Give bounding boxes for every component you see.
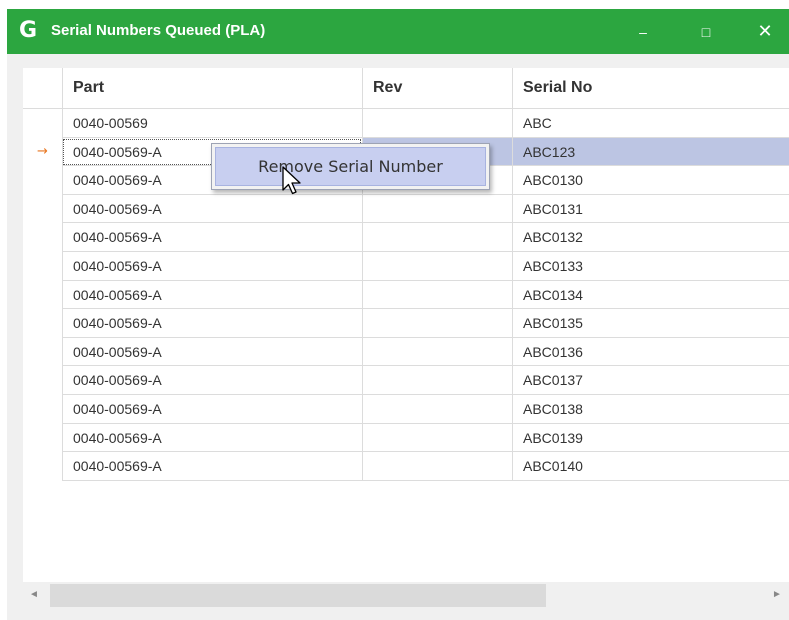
cell-serial-no[interactable]: ABC0132 <box>512 223 789 252</box>
cell-rev[interactable] <box>362 394 512 424</box>
table-row[interactable]: 0040-00569-A ABC0134 <box>23 280 789 310</box>
row-indicator <box>23 166 62 195</box>
cell-rev[interactable] <box>362 251 512 281</box>
cell-serial-no[interactable]: ABC0138 <box>512 394 789 424</box>
cell-serial-no[interactable]: ABC <box>512 109 789 138</box>
cell-serial-no[interactable]: ABC0131 <box>512 194 789 224</box>
row-indicator <box>23 109 62 138</box>
row-indicator <box>23 252 62 281</box>
cell-part[interactable]: 0040-00569 <box>62 109 362 138</box>
cell-part[interactable]: 0040-00569-A <box>62 280 362 310</box>
cell-part[interactable]: 0040-00569-A <box>62 194 362 224</box>
cell-rev[interactable] <box>362 366 512 395</box>
row-indicator <box>23 395 62 424</box>
scroll-left-icon[interactable]: ◄ <box>29 589 39 600</box>
cell-rev[interactable] <box>362 223 512 252</box>
row-indicator <box>23 366 62 395</box>
cell-serial-no[interactable]: ABC0134 <box>512 280 789 310</box>
cell-rev[interactable] <box>362 309 512 338</box>
cell-serial-no[interactable]: ABC0140 <box>512 452 789 481</box>
mouse-pointer-icon <box>282 166 301 195</box>
table-row[interactable]: 0040-00569-A ABC0132 <box>23 223 789 252</box>
column-header-rev[interactable]: Rev <box>362 68 512 108</box>
table-row[interactable]: 0040-00569-A ABC0136 <box>23 337 789 367</box>
cell-part[interactable]: 0040-00569-A <box>62 366 362 395</box>
cell-part[interactable]: 0040-00569-A <box>62 394 362 424</box>
context-menu: Remove Serial Number <box>211 143 490 190</box>
cell-serial-no[interactable]: ABC0136 <box>512 337 789 367</box>
cell-rev[interactable] <box>362 280 512 310</box>
horizontal-scrollbar[interactable]: ◄ ► <box>23 582 789 609</box>
cell-rev[interactable] <box>362 423 512 453</box>
cell-serial-no[interactable]: ABC123 <box>512 137 789 167</box>
scroll-right-icon[interactable]: ► <box>772 589 782 600</box>
cell-rev[interactable] <box>362 194 512 224</box>
current-row-arrow-icon: → <box>37 143 48 159</box>
cell-part[interactable]: 0040-00569-A <box>62 452 362 481</box>
table-row[interactable]: 0040-00569-A ABC0131 <box>23 194 789 224</box>
cell-part[interactable]: 0040-00569-A <box>62 223 362 252</box>
maximize-button[interactable]: □ <box>688 17 724 47</box>
row-indicator <box>23 309 62 338</box>
cell-serial-no[interactable]: ABC0135 <box>512 309 789 338</box>
table-row[interactable]: 0040-00569-A ABC0137 <box>23 366 789 395</box>
column-header-serial-no[interactable]: Serial No <box>512 68 789 108</box>
row-indicator <box>23 195 62 224</box>
row-indicator <box>23 424 62 453</box>
cell-serial-no[interactable]: ABC0139 <box>512 423 789 453</box>
cell-serial-no[interactable]: ABC0137 <box>512 366 789 395</box>
row-indicator <box>23 338 62 367</box>
table-row[interactable]: 0040-00569-A ABC0135 <box>23 309 789 338</box>
menu-item-remove-serial-number[interactable]: Remove Serial Number <box>215 147 486 186</box>
column-header-part[interactable]: Part <box>62 68 362 108</box>
grid-header: Part Rev Serial No <box>23 68 789 109</box>
minimize-button[interactable]: – <box>625 17 661 47</box>
app-logo-icon: G <box>19 18 38 43</box>
scrollbar-thumb[interactable] <box>50 584 546 607</box>
table-row[interactable]: 0040-00569-A ABC0133 <box>23 251 789 281</box>
table-row[interactable]: 0040-00569-A ABC0140 <box>23 452 789 481</box>
cell-serial-no[interactable]: ABC0130 <box>512 166 789 195</box>
cell-part[interactable]: 0040-00569-A <box>62 337 362 367</box>
cell-part[interactable]: 0040-00569-A <box>62 423 362 453</box>
cell-rev[interactable] <box>362 337 512 367</box>
table-row[interactable]: 0040-00569 ABC <box>23 109 789 138</box>
window-title: Serial Numbers Queued (PLA) <box>51 22 266 39</box>
cell-part[interactable]: 0040-00569-A <box>62 309 362 338</box>
row-indicator <box>23 223 62 252</box>
row-indicator <box>23 452 62 481</box>
table-row[interactable]: 0040-00569-A ABC0138 <box>23 394 789 424</box>
close-button[interactable]: ✕ <box>747 17 783 47</box>
table-row[interactable]: 0040-00569-A ABC0139 <box>23 423 789 453</box>
title-bar[interactable]: G Serial Numbers Queued (PLA) – □ ✕ <box>7 9 789 54</box>
cell-rev[interactable] <box>362 452 512 481</box>
row-indicator-header <box>23 68 62 108</box>
cell-serial-no[interactable]: ABC0133 <box>512 251 789 281</box>
cell-part[interactable]: 0040-00569-A <box>62 251 362 281</box>
row-indicator <box>23 281 62 310</box>
cell-rev[interactable] <box>362 109 512 138</box>
